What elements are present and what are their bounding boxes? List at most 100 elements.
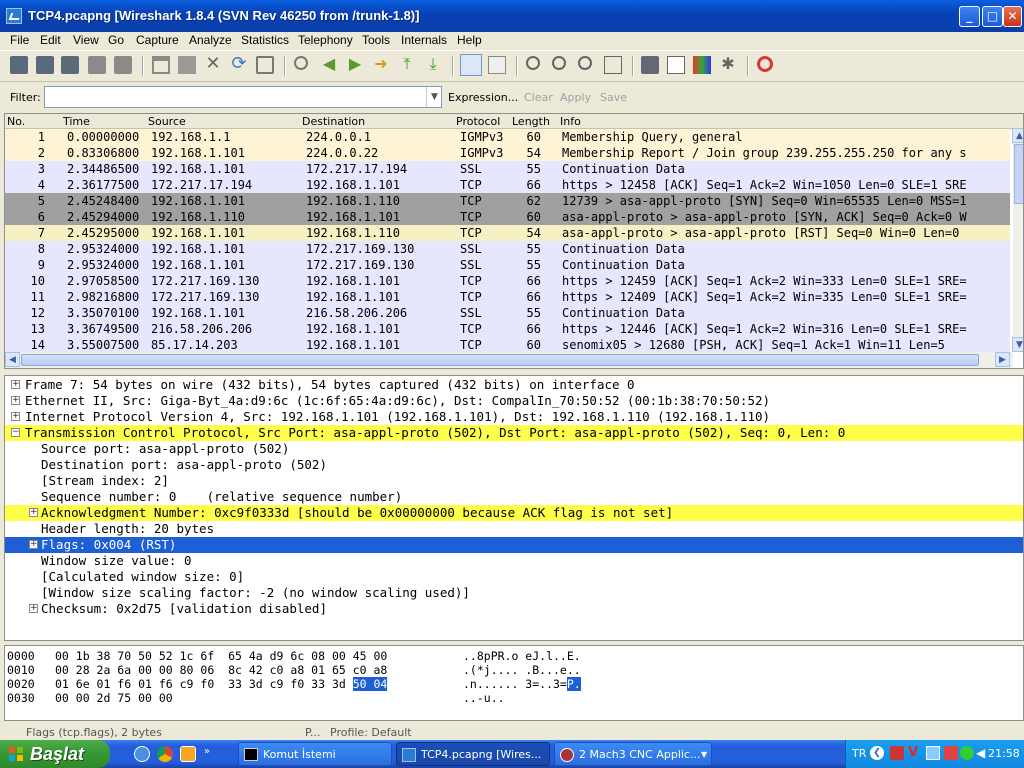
filter-dropdown-icon[interactable]: ▼ [426, 87, 442, 107]
last-packet-icon[interactable]: ⤓ [424, 56, 442, 74]
scroll-right-icon[interactable]: ▶ [995, 352, 1010, 367]
scroll-left-icon[interactable]: ◀ [5, 352, 20, 367]
hex-bytes[interactable]: 01 6e 01 f6 01 f6 c9 f0 33 3d c9 f0 33 3… [55, 677, 388, 691]
detail-row[interactable]: + Frame 7: 54 bytes on wire (432 bits), 5… [5, 377, 1023, 393]
quicklaunch-app-icon[interactable] [180, 746, 196, 762]
save-file-icon[interactable] [178, 56, 196, 74]
packet-row[interactable]: 7 2.45295000 192.168.1.101 192.168.1.110 TCP… [5, 225, 1010, 241]
detail-row[interactable]: + Acknowledgment Number: 0xc9f0333d [shou… [5, 505, 1023, 521]
tray-status-icon[interactable] [960, 746, 974, 760]
hex-ascii[interactable]: ..-u.. [463, 691, 505, 705]
start-capture-icon[interactable] [61, 56, 79, 74]
scroll-down-icon[interactable]: ▼ [1012, 337, 1023, 352]
expand-icon[interactable]: + [11, 380, 20, 389]
close-file-icon[interactable]: ✕ [204, 55, 222, 74]
tray-app-icon[interactable] [944, 746, 958, 760]
packet-row[interactable]: 11 2.98216800 172.217.169.130 192.168.1.101… [5, 289, 1010, 305]
menu-telephony[interactable]: Telephony [298, 33, 353, 47]
detail-row[interactable]: Window size value: 0 [5, 553, 1023, 569]
go-to-packet-icon[interactable]: ➜ [372, 56, 390, 74]
menu-edit[interactable]: Edit [40, 33, 61, 47]
expand-icon[interactable]: + [11, 396, 20, 405]
close-button[interactable]: ✕ [1003, 6, 1022, 27]
col-protocol[interactable]: Protocol [456, 115, 500, 128]
packet-list-hscroll[interactable]: ◀ ▶ [5, 352, 1013, 368]
normal-size-icon[interactable] [578, 56, 592, 70]
zoom-out-icon[interactable] [552, 56, 566, 70]
expand-icon[interactable]: + [11, 412, 20, 421]
expand-icon[interactable]: + [29, 540, 38, 549]
language-indicator[interactable]: TR [852, 747, 866, 760]
print-icon[interactable] [256, 56, 274, 74]
hex-bytes[interactable]: 00 28 2a 6a 00 00 80 06 8c 42 c0 a8 01 6… [55, 663, 387, 677]
hex-ascii[interactable]: .(*j.... .B...e.. [463, 663, 581, 677]
interfaces-icon[interactable] [10, 56, 28, 74]
auto-scroll-icon[interactable] [488, 56, 506, 74]
help-icon[interactable] [757, 56, 773, 72]
colorize-icon[interactable] [460, 54, 482, 76]
coloring-rules-icon[interactable] [693, 56, 711, 74]
hex-bytes[interactable]: 00 1b 38 70 50 52 1c 6f 65 4a d9 6c 08 0… [55, 649, 387, 663]
col-source[interactable]: Source [148, 115, 186, 128]
clear-button[interactable]: Clear [524, 91, 553, 104]
detail-row[interactable]: Sequence number: 0 (relative sequence nu… [5, 489, 1023, 505]
packet-row[interactable]: 14 3.55007500 85.17.14.203 192.168.1.101 TCP… [5, 337, 1010, 353]
clock[interactable]: 21:58 [988, 747, 1020, 760]
tray-volume-icon[interactable]: ◀ [976, 746, 988, 760]
restart-capture-icon[interactable] [114, 56, 132, 74]
packet-details[interactable]: + Frame 7: 54 bytes on wire (432 bits), 5… [4, 375, 1024, 641]
tray-antivirus-icon[interactable]: V [908, 746, 922, 760]
task-wireshark[interactable]: TCP4.pcapng [Wires... [396, 742, 550, 766]
detail-row[interactable]: [Window size scaling factor: -2 (no wind… [5, 585, 1023, 601]
hscroll-thumb[interactable] [21, 354, 979, 366]
packet-row[interactable]: 4 2.36177500 172.217.17.194 192.168.1.101 TC… [5, 177, 1010, 193]
packet-list-vscroll[interactable]: ▲ ▼ [1012, 128, 1023, 352]
packet-row[interactable]: 13 3.36749500 216.58.206.206 192.168.1.101 T… [5, 321, 1010, 337]
menu-internals[interactable]: Internals [401, 33, 447, 47]
menu-file[interactable]: File [10, 33, 29, 47]
resize-columns-icon[interactable] [604, 56, 622, 74]
tray-shield-icon[interactable] [890, 746, 904, 760]
collapse-icon[interactable]: − [11, 428, 20, 437]
detail-row[interactable]: Source port: asa-appl-proto (502) [5, 441, 1023, 457]
detail-row[interactable]: + Internet Protocol Version 4, Src: 192.1… [5, 409, 1023, 425]
preferences-icon[interactable]: ✱ [719, 56, 737, 74]
detail-row[interactable]: Destination port: asa-appl-proto (502) [5, 457, 1023, 473]
zoom-in-icon[interactable] [526, 56, 540, 70]
col-destination[interactable]: Destination [302, 115, 365, 128]
filter-input[interactable] [44, 86, 442, 108]
tray-network-icon[interactable] [926, 746, 940, 760]
detail-row[interactable]: + Checksum: 0x2d75 [validation disabled] [5, 601, 1023, 617]
vscroll-thumb[interactable] [1014, 144, 1023, 204]
maximize-button[interactable]: □ [982, 6, 1003, 27]
expand-icon[interactable]: + [29, 508, 38, 517]
packet-row[interactable]: 5 2.45248400 192.168.1.101 192.168.1.110 TCP… [5, 193, 1010, 209]
capture-filters-icon[interactable] [641, 56, 659, 74]
detail-row[interactable]: Header length: 20 bytes [5, 521, 1023, 537]
quicklaunch-chrome-icon[interactable] [157, 746, 173, 762]
status-profile[interactable]: Profile: Default [330, 726, 412, 739]
apply-button[interactable]: Apply [560, 91, 591, 104]
open-file-icon[interactable] [152, 56, 170, 74]
tray-expand-icon[interactable]: ❮ [870, 746, 884, 760]
expand-icon[interactable]: + [29, 604, 38, 613]
col-length[interactable]: Length [512, 115, 550, 128]
find-packet-icon[interactable] [294, 56, 308, 70]
hex-ascii[interactable]: .n...... 3=..3=P. [463, 677, 581, 691]
hex-bytes[interactable]: 00 00 2d 75 00 00 [55, 691, 173, 705]
packet-row[interactable]: 2 0.83306800 192.168.1.101 224.0.0.22 IGMPv3… [5, 145, 1010, 161]
packet-row[interactable]: 6 2.45294000 192.168.1.110 192.168.1.101 TCP… [5, 209, 1010, 225]
col-no[interactable]: No. [7, 115, 25, 128]
menu-help[interactable]: Help [457, 33, 482, 47]
reload-icon[interactable]: ⟳ [230, 55, 248, 74]
menu-tools[interactable]: Tools [362, 33, 390, 47]
expression-button[interactable]: Expression... [448, 91, 518, 104]
packet-row[interactable]: 10 2.97058500 172.217.169.130 192.168.1.101… [5, 273, 1010, 289]
col-time[interactable]: Time [63, 115, 90, 128]
scroll-up-icon[interactable]: ▲ [1012, 128, 1023, 143]
packet-bytes[interactable]: 0000 00 1b 38 70 50 52 1c 6f 65 4a d9 6c … [4, 645, 1024, 721]
quicklaunch-ie-icon[interactable] [134, 746, 150, 762]
first-packet-icon[interactable]: ⤒ [398, 56, 416, 74]
menu-capture[interactable]: Capture [136, 33, 179, 47]
task-mach3[interactable]: 2 Mach3 CNC Applic... ▼ [554, 742, 712, 766]
